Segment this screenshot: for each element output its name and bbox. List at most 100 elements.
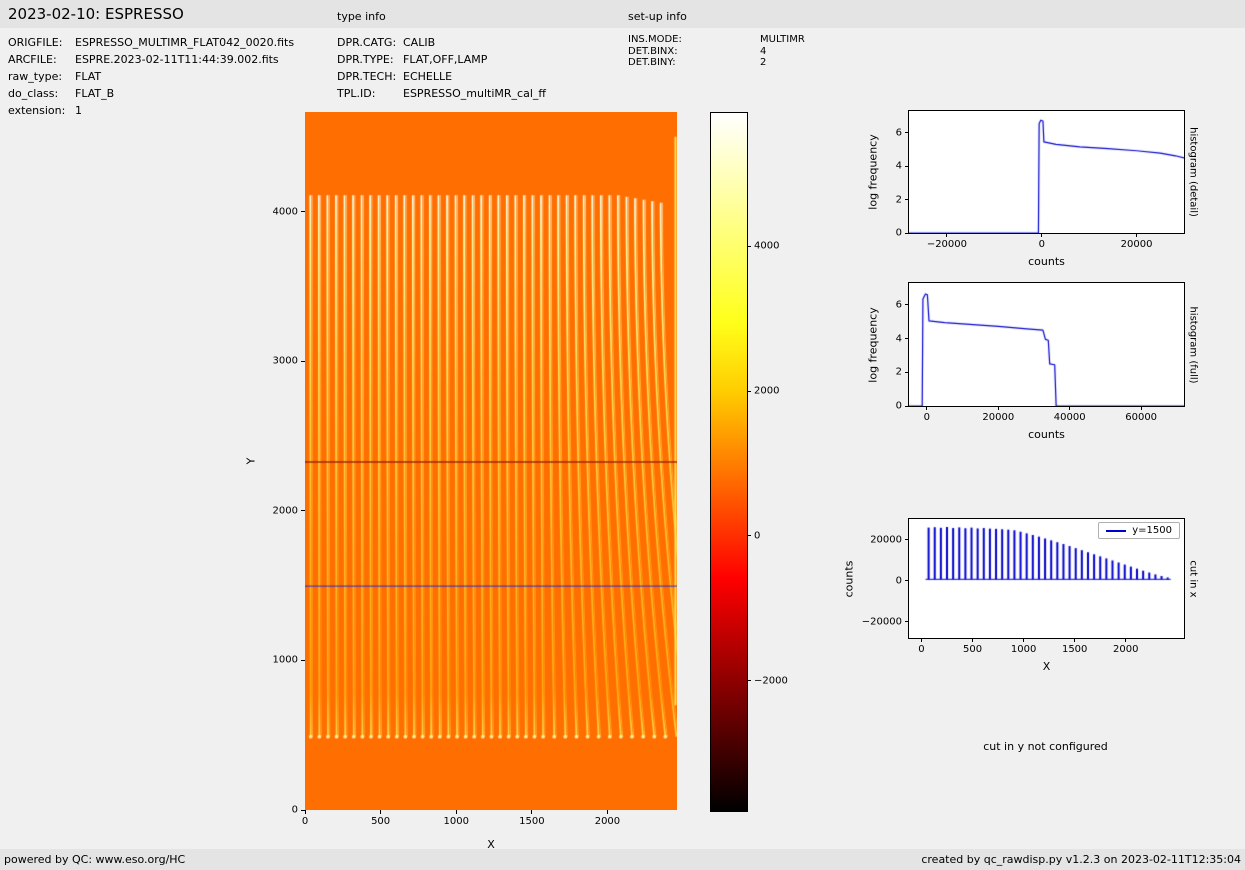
info-row: DPR.TECH: ECHELLE	[337, 68, 546, 85]
x-tick-mark	[1069, 406, 1071, 410]
y-tick-mark	[905, 165, 909, 167]
x-tick-mark	[1125, 638, 1127, 642]
y-axis-label: counts	[842, 560, 856, 597]
x-tick-label: 1000	[1010, 644, 1037, 655]
info-value: ESPRE.2023-02-11T11:44:39.002.fits	[75, 53, 279, 66]
info-row: DPR.CATG: CALIB	[337, 34, 546, 51]
header-bar: 2023-02-10: ESPRESSO type info set-up in…	[0, 0, 1245, 28]
y-tick-label: 6	[895, 127, 902, 139]
y-tick-mark	[905, 580, 909, 582]
info-value: MULTIMR	[760, 34, 805, 45]
y-tick-mark	[905, 405, 909, 407]
y-tick-label: 0	[291, 804, 298, 816]
y-tick-label: 1000	[272, 654, 298, 666]
x-tick-label: 500	[371, 816, 391, 827]
cut-in-y-note: cut in y not configured	[983, 740, 1108, 753]
info-row: TPL.ID: ESPRESSO_multiMR_cal_ff	[337, 85, 546, 102]
info-label: ARCFILE:	[8, 53, 57, 66]
x-tick-label: 0	[918, 644, 925, 655]
legend: y=1500	[1098, 522, 1180, 539]
y-tick-label: −20000	[861, 616, 902, 628]
y-axis-label: log frequency	[866, 134, 880, 210]
info-label: ORIGFILE:	[8, 36, 63, 49]
x-tick-mark	[972, 638, 974, 642]
info-label: raw_type:	[8, 70, 63, 83]
info-row: DET.BINX: 4	[628, 46, 805, 58]
info-row: ORIGFILE: ESPRESSO_MULTIMR_FLAT042_0020.f…	[8, 34, 294, 51]
info-value: CALIB	[403, 36, 436, 49]
file-info-block: ORIGFILE: ESPRESSO_MULTIMR_FLAT042_0020.f…	[8, 34, 294, 119]
y-tick-label: 4	[895, 160, 902, 172]
footer-bar: powered by QC: www.eso.org/HC created by…	[0, 849, 1245, 870]
y-tick-mark	[905, 232, 909, 234]
x-tick-label: 40000	[1053, 412, 1086, 423]
y-tick-label: 0	[895, 227, 902, 239]
colorbar-tick-label: −2000	[754, 675, 788, 687]
x-axis-label: counts	[1028, 428, 1065, 441]
x-tick-label: 2000	[594, 816, 621, 827]
info-row: DPR.TYPE: FLAT,OFF,LAMP	[337, 51, 546, 68]
cut-in-x-canvas	[909, 519, 1184, 638]
info-label: TPL.ID:	[337, 87, 376, 100]
y-tick-mark	[905, 304, 909, 306]
right-side-label: histogram (full)	[1187, 305, 1199, 384]
x-tick-mark	[304, 810, 306, 814]
x-tick-label: 0	[923, 412, 931, 423]
info-value: FLAT_B	[75, 87, 115, 100]
info-label: DPR.CATG:	[337, 36, 397, 49]
y-axis-label: log frequency	[866, 306, 880, 383]
y-tick-label: 20000	[870, 534, 902, 546]
x-tick-mark	[926, 406, 928, 410]
x-tick-mark	[920, 638, 922, 642]
info-value: FLAT,OFF,LAMP	[403, 53, 488, 66]
info-label: DPR.TECH:	[337, 70, 397, 83]
y-tick-mark	[905, 371, 909, 373]
legend-line-sample	[1106, 529, 1127, 532]
x-tick-label: 500	[962, 644, 983, 655]
colorbar-tick-label: 0	[754, 530, 761, 542]
y-tick-label: 2	[895, 366, 902, 378]
y-tick-label: 0	[895, 400, 902, 412]
x-tick-mark	[606, 810, 608, 814]
y-tick-mark	[301, 510, 305, 512]
footer-left-text: powered by QC: www.eso.org/HC	[4, 853, 186, 866]
y-tick-mark	[301, 360, 305, 362]
colorbar-tick-mark	[747, 680, 751, 682]
x-tick-label: 1000	[443, 816, 469, 827]
x-tick-mark	[455, 810, 457, 814]
x-tick-label: 1500	[519, 816, 545, 827]
hist-detail-canvas	[909, 111, 1184, 233]
info-row: raw_type: FLAT	[8, 68, 294, 85]
y-tick-mark	[301, 211, 305, 213]
y-tick-label: 6	[895, 299, 902, 311]
colorbar-tick-label: 4000	[754, 240, 780, 252]
hist-full-canvas	[909, 283, 1184, 406]
y-tick-label: 4	[895, 333, 902, 345]
x-tick-mark	[531, 810, 533, 814]
y-tick-label: 2	[895, 194, 902, 206]
x-axis-label: counts	[1028, 255, 1065, 268]
y-tick-label: 0	[895, 575, 902, 587]
main-image-canvas	[305, 112, 677, 810]
page-title: 2023-02-10: ESPRESSO	[8, 5, 184, 23]
x-tick-label: 60000	[1125, 412, 1158, 423]
colorbar: 4000 2000 0 −2000	[710, 112, 788, 812]
x-tick-label: −20000	[926, 239, 968, 250]
info-label: INS.MODE:	[628, 34, 682, 45]
info-row: ARCFILE: ESPRE.2023-02-11T11:44:39.002.fi…	[8, 51, 294, 68]
info-value: 2	[760, 57, 767, 68]
x-axis-label: X	[1042, 660, 1051, 673]
x-tick-label: 0	[301, 816, 309, 827]
colorbar-tick-mark	[747, 390, 751, 392]
x-tick-mark	[1074, 638, 1076, 642]
y-tick-mark	[905, 338, 909, 340]
legend-label: y=1500	[1132, 525, 1172, 536]
x-tick-label: 20000	[1120, 239, 1153, 250]
colorbar-tick-label: 2000	[754, 385, 780, 397]
y-tick-mark	[301, 809, 305, 811]
info-label: do_class:	[8, 87, 59, 100]
colorbar-tick-mark	[747, 535, 751, 537]
y-tick-label: 4000	[272, 206, 298, 218]
x-tick-mark	[1136, 233, 1138, 237]
hist-full-plot: 0 20000 40000 60000 0 2 4 6 counts log frequency h…	[867, 282, 1199, 441]
